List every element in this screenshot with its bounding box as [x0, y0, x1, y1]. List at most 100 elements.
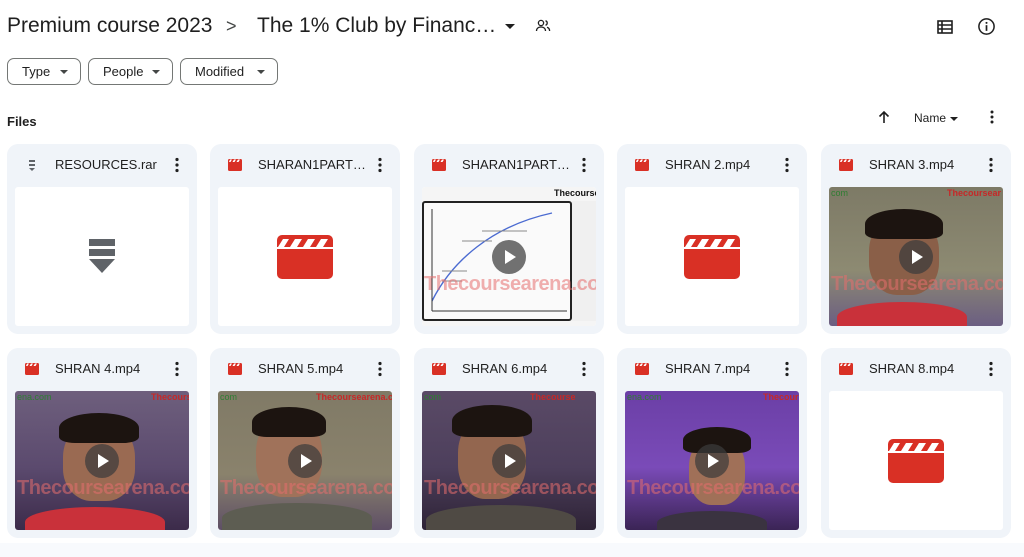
more-options-icon[interactable] — [985, 109, 999, 125]
video-clapper-icon — [888, 439, 944, 483]
info-icon[interactable] — [977, 17, 996, 36]
video-file-icon — [227, 157, 243, 173]
watermark-text: ena.com — [17, 392, 52, 402]
file-thumbnail — [218, 187, 392, 326]
watermark-text: Thecoursearena.com — [424, 273, 596, 295]
breadcrumb-current[interactable]: The 1% Club by Finance ... — [257, 14, 497, 38]
video-file-icon — [431, 361, 447, 377]
video-file-icon — [431, 157, 447, 173]
bottom-edge — [0, 543, 1024, 557]
watermark-text: Thecoursear — [947, 188, 1002, 198]
breadcrumb-separator: > — [226, 16, 237, 36]
more-actions-icon[interactable] — [578, 360, 590, 378]
more-actions-icon[interactable] — [171, 360, 183, 378]
watermark-text: Thecoursearena.com — [17, 477, 189, 499]
file-name: SHARAN1PART1.... — [258, 157, 368, 172]
video-file-icon — [838, 361, 854, 377]
sort-by-name-button[interactable]: Name — [914, 111, 946, 125]
play-icon[interactable] — [85, 444, 119, 478]
watermark-text: ena.com — [627, 392, 662, 402]
video-thumbnail: ena.com Thecourse Thecoursearena.com — [625, 391, 799, 530]
video-thumbnail: com Thecourse Thecoursearena.com — [422, 391, 596, 530]
file-name: SHRAN 7.mp4 — [665, 361, 751, 376]
watermark-text: com — [220, 392, 238, 402]
file-name: SHARAN1PART2.... — [462, 157, 572, 172]
watermark-text: Thecoursearena.com — [831, 273, 1003, 295]
header: Premium course 2023 > The 1% Club by Fin… — [0, 0, 1024, 54]
filter-chip-label: People — [103, 64, 144, 79]
file-name: SHRAN 6.mp4 — [462, 361, 548, 376]
play-icon[interactable] — [492, 240, 526, 274]
watermark-text: Thecoursearena.com — [316, 392, 392, 402]
file-card[interactable]: SHRAN 7.mp4 ena.com Thecourse Thecoursea… — [617, 348, 807, 538]
file-card[interactable]: SHRAN 8.mp4 — [821, 348, 1011, 538]
filter-chip-people[interactable]: People — [88, 58, 173, 85]
file-name: SHRAN 4.mp4 — [55, 361, 141, 376]
watermark-text: Thecourse — [530, 392, 576, 402]
video-clapper-icon — [277, 235, 333, 279]
video-thumbnail: com Thecoursear Thecoursearena.com — [829, 187, 1003, 326]
file-thumbnail — [625, 187, 799, 326]
watermark-text: com — [424, 392, 442, 402]
file-name: RESOURCES.rar — [55, 157, 157, 172]
dropdown-arrow-icon — [60, 70, 68, 74]
shared-people-icon — [535, 19, 551, 32]
person-shirt — [25, 507, 165, 530]
file-thumbnail — [829, 391, 1003, 530]
sort-dropdown-arrow-icon[interactable] — [950, 117, 958, 121]
filter-chip-label: Type — [22, 64, 51, 79]
person-shirt — [222, 503, 372, 530]
more-actions-icon[interactable] — [578, 156, 590, 174]
section-title-files: Files — [7, 114, 37, 129]
video-thumbnail: com Thecoursearena.com Thecoursearena.co… — [218, 391, 392, 530]
file-card[interactable]: RESOURCES.rar — [7, 144, 197, 334]
video-file-icon — [24, 361, 40, 377]
play-icon[interactable] — [899, 240, 933, 274]
watermark-text: Thecoursearena.com — [627, 477, 799, 499]
file-card[interactable]: SHARAN1PART1.... — [210, 144, 400, 334]
person-shirt — [657, 511, 767, 530]
breadcrumb-root[interactable]: Premium course 2023 — [7, 14, 212, 38]
more-actions-icon[interactable] — [171, 156, 183, 174]
play-icon[interactable] — [492, 444, 526, 478]
file-card[interactable]: SHRAN 6.mp4 com Thecourse Thecoursearena… — [414, 348, 604, 538]
watermark-text: com — [831, 188, 849, 198]
person-shirt — [837, 302, 967, 326]
folder-menu-caret-icon[interactable] — [505, 24, 515, 29]
play-icon[interactable] — [288, 444, 322, 478]
more-actions-icon[interactable] — [781, 156, 793, 174]
sort-direction-arrow-icon[interactable] — [877, 110, 891, 124]
filter-chip-type[interactable]: Type — [7, 58, 81, 85]
list-view-icon[interactable] — [937, 19, 953, 35]
file-card[interactable]: SHRAN 3.mp4 com Thecoursear Thecourseare… — [821, 144, 1011, 334]
file-card[interactable]: SHRAN 5.mp4 com Thecoursearena.com Theco… — [210, 348, 400, 538]
archive-large-icon — [89, 239, 115, 273]
file-card[interactable]: SHARAN1PART2.... Thecourse Thecoursearen… — [414, 144, 604, 334]
video-thumbnail: Thecourse Thecoursearena.com — [422, 187, 596, 326]
file-name: SHRAN 3.mp4 — [869, 157, 955, 172]
more-actions-icon[interactable] — [374, 156, 386, 174]
play-icon[interactable] — [695, 444, 729, 478]
archive-file-icon — [29, 160, 35, 171]
video-file-icon — [227, 361, 243, 377]
watermark-text: Thecourse — [554, 188, 596, 198]
frame-edge — [572, 201, 596, 321]
file-name: SHRAN 8.mp4 — [869, 361, 955, 376]
file-card[interactable]: SHRAN 4.mp4 ena.com Thecourse Thecoursea… — [7, 348, 197, 538]
video-thumbnail: ena.com Thecourse Thecoursearena.com — [15, 391, 189, 530]
more-actions-icon[interactable] — [985, 156, 997, 174]
more-actions-icon[interactable] — [781, 360, 793, 378]
file-name: SHRAN 2.mp4 — [665, 157, 751, 172]
more-actions-icon[interactable] — [985, 360, 997, 378]
dropdown-arrow-icon — [152, 70, 160, 74]
more-actions-icon[interactable] — [374, 360, 386, 378]
video-file-icon — [634, 157, 650, 173]
file-name: SHRAN 5.mp4 — [258, 361, 344, 376]
video-file-icon — [838, 157, 854, 173]
file-thumbnail — [15, 187, 189, 326]
watermark-text: Thecoursearena.com — [220, 477, 392, 499]
file-card[interactable]: SHRAN 2.mp4 — [617, 144, 807, 334]
filter-chip-modified[interactable]: Modified — [180, 58, 278, 85]
person-hair — [865, 209, 943, 239]
filter-chip-label: Modified — [195, 64, 245, 79]
